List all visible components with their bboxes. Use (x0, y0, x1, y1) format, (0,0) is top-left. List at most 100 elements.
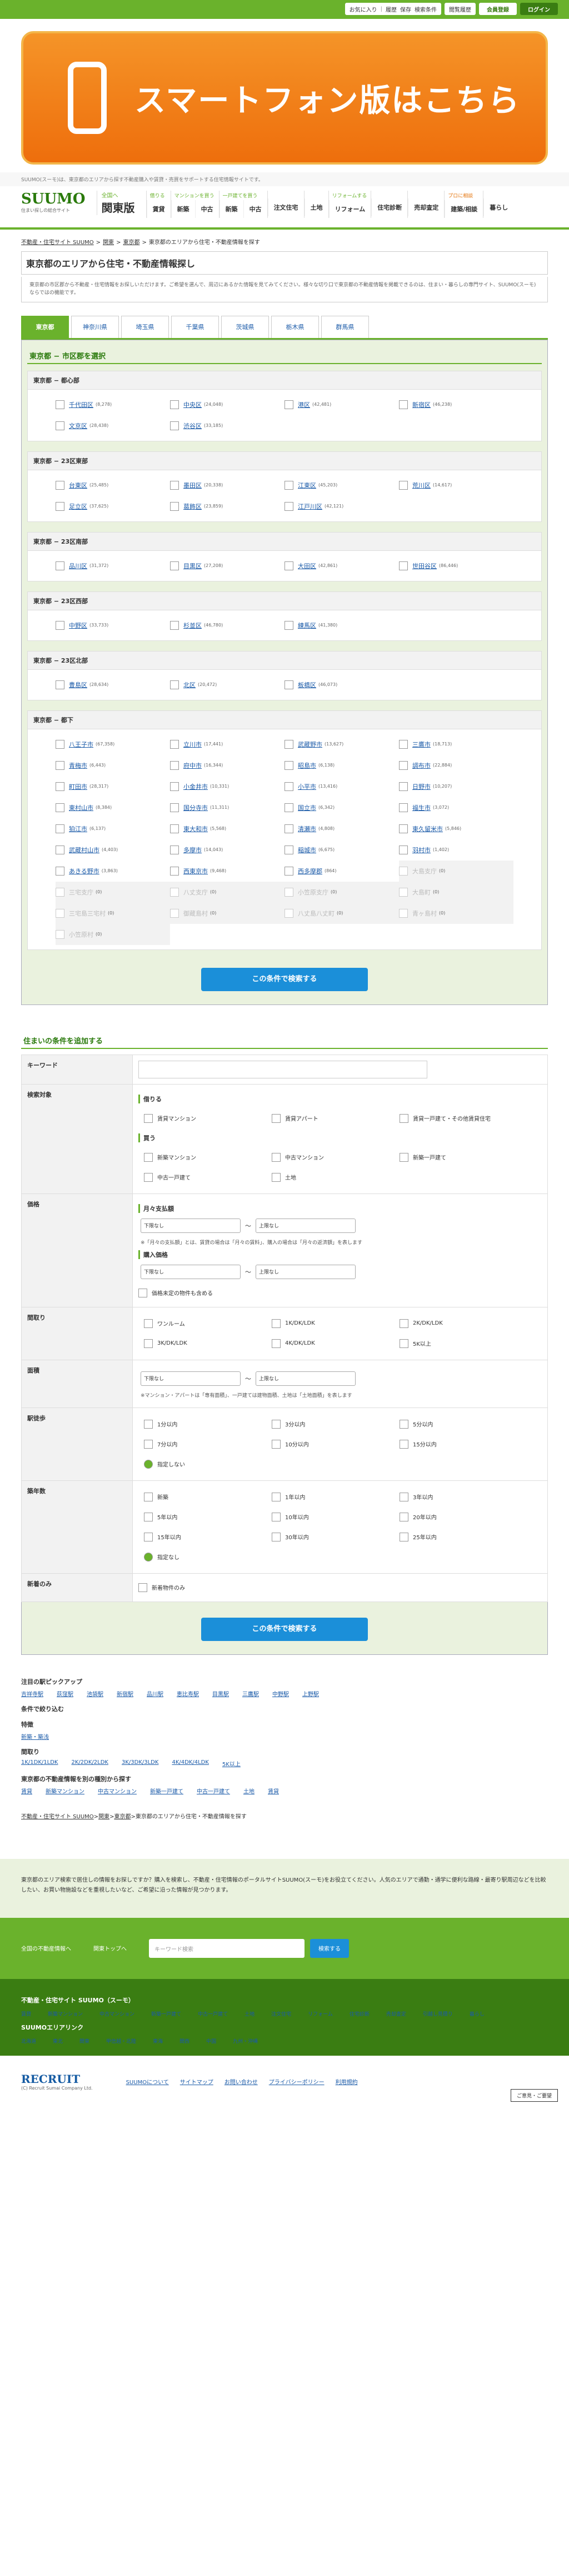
area-option[interactable]: 小平市 (13,416) (284, 776, 399, 797)
option[interactable]: 15年以内 (144, 1529, 272, 1545)
area-checkbox[interactable] (56, 561, 64, 570)
area-checkbox[interactable] (170, 620, 179, 630)
footer-area-link[interactable]: 関東 (79, 2037, 89, 2045)
option-checkbox[interactable] (400, 1492, 408, 1501)
area-checkbox[interactable] (399, 782, 408, 791)
area-option[interactable]: 墨田区 (20,338) (170, 475, 284, 496)
madori-link[interactable]: 4K/4DK/4LDK (172, 1759, 208, 1768)
footer-link[interactable]: 中古マンション (99, 2010, 134, 2017)
option[interactable]: 2K/DK/LDK (400, 1315, 527, 1332)
purchase-min-select[interactable]: 下限なし (141, 1264, 241, 1279)
area-option[interactable]: 調布市 (22,884) (399, 755, 513, 776)
option[interactable]: 1年以内 (272, 1489, 400, 1505)
area-name[interactable]: 江戸川区 (298, 502, 322, 511)
area-name[interactable]: 羽村市 (412, 846, 431, 854)
area-name[interactable]: 大田区 (298, 561, 316, 570)
save-link[interactable]: 保存 (400, 5, 411, 13)
area-checkbox[interactable] (170, 561, 179, 570)
area-option[interactable]: 杉並区 (46,780) (170, 615, 284, 636)
area-option[interactable]: 北区 (20,472) (170, 674, 284, 695)
footer-link[interactable]: 住宅診断 (350, 2010, 370, 2017)
area-name[interactable]: 杉並区 (183, 621, 202, 630)
area-name[interactable]: 江東区 (298, 481, 316, 490)
other-type-link[interactable]: 新築マンション (46, 1787, 84, 1795)
feedback-button[interactable]: ご意見・ご要望 (510, 2088, 558, 2102)
area-name[interactable]: 八王子市 (69, 740, 93, 749)
member-register-button[interactable]: 会員登録 (479, 3, 517, 15)
option-checkbox[interactable] (272, 1319, 281, 1328)
option-checkbox[interactable] (144, 1172, 153, 1182)
nav-item[interactable]: 建築/相談 (445, 200, 483, 218)
nav-item[interactable]: 新築 (219, 200, 243, 218)
area-option[interactable]: 狛江市 (6,137) (56, 818, 170, 839)
area-option[interactable]: 武蔵村山市 (4,403) (56, 839, 170, 861)
area-option[interactable]: 稲城市 (6,675) (284, 839, 399, 861)
area-option[interactable]: 台東区 (25,485) (56, 475, 170, 496)
option-checkbox[interactable] (272, 1113, 281, 1123)
station-link[interactable]: 目黒駅 (212, 1689, 229, 1698)
area-name[interactable]: 立川市 (183, 740, 202, 749)
area-option[interactable]: 八王子市 (67,358) (56, 734, 170, 755)
area-checkbox[interactable] (284, 480, 293, 490)
breadcrumb-item[interactable]: 東京都 (114, 1814, 131, 1820)
area-name[interactable]: 東久留米市 (412, 824, 443, 833)
area-name[interactable]: 文京区 (69, 421, 87, 430)
area-option[interactable]: 羽村市 (1,402) (399, 839, 513, 861)
undecided-checkbox[interactable] (138, 1288, 147, 1297)
footer-national-link[interactable]: 全国の不動産情報へ (21, 1944, 71, 1952)
area-option[interactable]: 豊島区 (28,634) (56, 674, 170, 695)
nav-item[interactable]: 中古 (194, 200, 219, 218)
area-name[interactable]: 国分寺市 (183, 803, 208, 812)
option[interactable]: 25年以内 (400, 1529, 527, 1545)
area-option[interactable]: 千代田区 (8,278) (56, 394, 170, 415)
option[interactable]: 3分以内 (272, 1416, 400, 1433)
tab-prefecture[interactable]: 千葉県 (171, 315, 219, 338)
area-name[interactable]: 調布市 (412, 761, 431, 770)
option[interactable]: 10分以内 (272, 1436, 400, 1453)
nav-item[interactable]: 土地 (304, 198, 328, 216)
area-checkbox[interactable] (170, 760, 179, 770)
option[interactable]: 5K以上 (400, 1335, 527, 1352)
breadcrumb-item[interactable]: 不動産・住宅サイト SUUMO (21, 1814, 94, 1820)
station-link[interactable]: 恵比寿駅 (177, 1689, 199, 1698)
nav-item[interactable]: 暮らし (483, 198, 513, 216)
option[interactable]: 指定しない (144, 1456, 272, 1473)
area-checkbox[interactable] (56, 824, 64, 833)
option-checkbox[interactable] (400, 1113, 408, 1123)
footer-link[interactable]: 売却査定 (386, 2010, 406, 2017)
option-checkbox[interactable] (272, 1339, 281, 1348)
nav-item[interactable]: 新築 (171, 200, 195, 218)
nav-item[interactable]: 賃貸 (146, 200, 171, 218)
area-option[interactable]: 中央区 (24,048) (170, 394, 284, 415)
area-name[interactable]: 世田谷区 (412, 561, 437, 570)
option[interactable]: 20年以内 (400, 1509, 527, 1525)
footer-area-link[interactable]: 甲信越・北陸 (106, 2037, 136, 2045)
area-checkbox[interactable] (56, 620, 64, 630)
station-link[interactable]: 荻窪駅 (57, 1689, 73, 1698)
area-name[interactable]: 足立区 (69, 502, 87, 511)
area-checkbox[interactable] (170, 824, 179, 833)
area-option[interactable]: 清瀬市 (4,808) (284, 818, 399, 839)
option-checkbox[interactable] (144, 1113, 153, 1123)
nav-item[interactable]: 売却査定 (408, 198, 444, 216)
option[interactable]: 賃貸一戸建て・その他賃貸住宅 (400, 1110, 527, 1127)
area-option[interactable]: 目黒区 (27,208) (170, 555, 284, 576)
area-option[interactable]: 中野区 (33,733) (56, 615, 170, 636)
area-option[interactable]: 大田区 (42,861) (284, 555, 399, 576)
footer-link[interactable]: リフォーム (308, 2010, 333, 2017)
option-checkbox[interactable] (400, 1512, 408, 1521)
option-checkbox[interactable] (272, 1492, 281, 1501)
breadcrumb-item[interactable]: 関東 (98, 1814, 109, 1820)
area-name[interactable]: 日野市 (412, 782, 431, 791)
area-name[interactable]: 中野区 (69, 621, 87, 630)
area-option[interactable]: 立川市 (17,441) (170, 734, 284, 755)
station-link[interactable]: 吉祥寺駅 (21, 1689, 43, 1698)
breadcrumb-item[interactable]: 不動産・住宅サイト SUUMO (21, 240, 94, 246)
footer-bottom-link[interactable]: 利用規約 (336, 2077, 358, 2086)
area-checkbox[interactable] (399, 480, 408, 490)
breadcrumb-item[interactable]: 関東 (103, 240, 114, 246)
other-type-link[interactable]: 賃貸 (21, 1787, 32, 1795)
option[interactable]: 土地 (272, 1169, 400, 1186)
option-checkbox[interactable] (144, 1439, 153, 1449)
area-checkbox[interactable] (284, 782, 293, 791)
